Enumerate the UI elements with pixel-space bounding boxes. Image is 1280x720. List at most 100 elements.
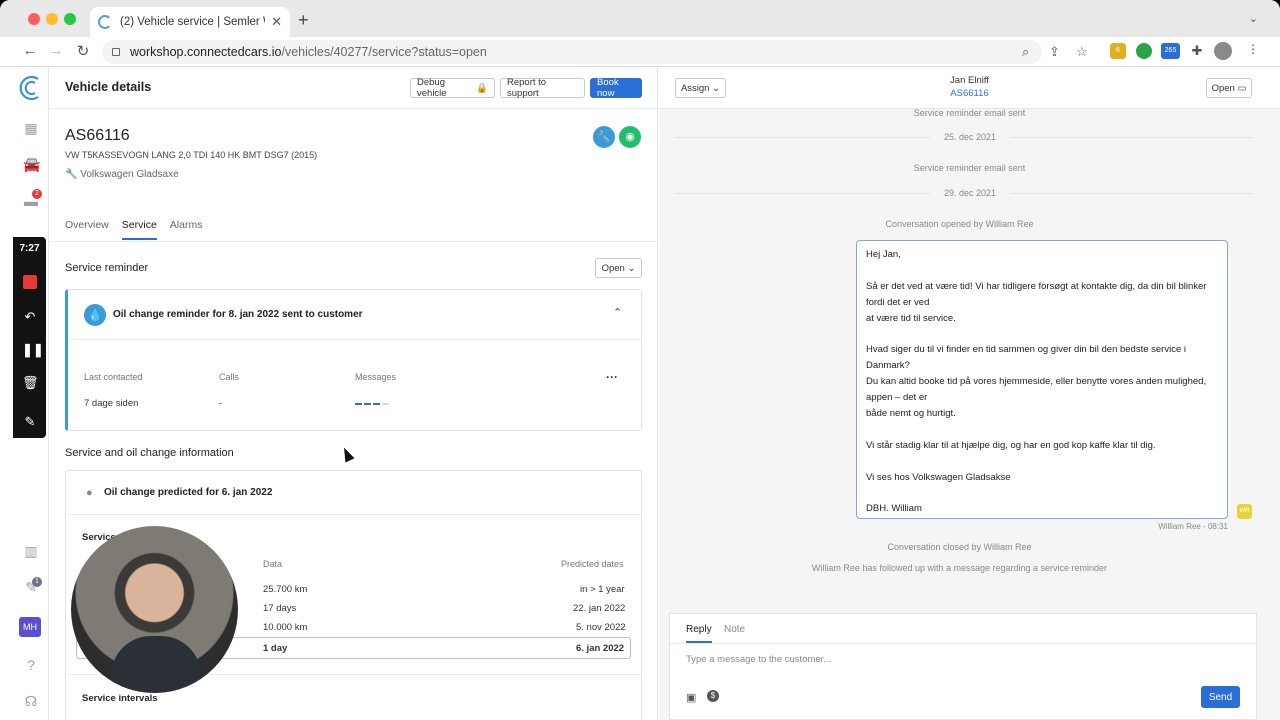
tools-badge: 1 [32,577,42,587]
screen-recorder-toolbar: 7:27 ↶ ❚❚ 🗑 ✎ [13,237,46,438]
row-data: 17 days [263,603,297,614]
reply-composer: Reply Note Type a message to the custome… [669,613,1257,720]
price-icon[interactable]: $ [707,690,719,702]
url-text: workshop.connectedcars.io/vehicles/40277… [130,45,487,59]
conversation-panel: Assign ⌄ Jan Elniff AS66116 Open ▭ Servi… [659,67,1280,720]
tab-divider [49,241,658,242]
back-arrow-icon[interactable]: ← [20,42,40,59]
profile-avatar[interactable] [1214,42,1232,60]
connectedcars-logo-icon[interactable] [18,74,44,102]
forward-arrow-icon[interactable]: → [46,42,66,59]
headset-icon[interactable]: ☊ [23,693,39,709]
tab-service[interactable]: Service [121,219,157,240]
building-icon[interactable]: ▥ [23,543,39,559]
extension-2-icon[interactable]: 265 [1161,43,1180,59]
reminder-card: 💧 Oil change reminder for 8. jan 2022 se… [65,289,642,431]
collapse-chevron-icon[interactable]: ⌃ [613,306,622,319]
help-icon[interactable]: ? [23,657,39,673]
search-icon[interactable]: ⌕ [1022,44,1029,60]
message-line: at være tid til service. [866,312,956,324]
maximize-window-button[interactable] [64,13,76,25]
message-line: Danmark? [866,360,910,372]
event-email-sent: Service reminder email sent [913,163,1026,173]
messages-progress [355,403,389,405]
connected-wifi-icon[interactable]: ◉ [619,126,641,148]
messages-label: Messages [355,372,397,382]
lock-icon [112,48,120,56]
wrench-icon: 🔧 [65,169,78,180]
date-separator: 25. dec 2021 [930,132,1010,142]
row-date: 22. jan 2022 [573,603,626,614]
last-contacted-value: 7 dage siden [84,398,139,409]
close-tab-icon[interactable]: ✕ [271,14,282,30]
message-line: Hej Jan, [866,249,901,260]
tab-note[interactable]: Note [724,624,745,635]
browser-tab[interactable]: (2) Vehicle service | Semler Wo ✕ [90,7,290,37]
dashboard-icon[interactable]: ▦ [23,120,39,136]
car-icon[interactable]: 🚘 [23,156,40,172]
trash-icon[interactable]: 🗑 [22,375,39,391]
customer-name: Jan Elniff [950,75,989,86]
image-icon[interactable]: ▣ [686,691,696,704]
author-avatar: WR [1237,504,1252,519]
pen-icon[interactable]: ✎ [22,414,38,430]
connectedcars-favicon-icon [98,15,112,29]
oil-drop-icon: ● [86,487,93,499]
tab-title: (2) Vehicle service | Semler Wo [120,16,266,28]
share-icon[interactable]: ⇪ [1049,44,1060,60]
reload-icon[interactable]: ↻ [73,42,93,60]
more-options-icon[interactable]: ··· [606,370,618,384]
minimize-window-button[interactable] [46,13,58,25]
archive-icon: ▭ [1237,82,1247,94]
recording-time: 7:27 [19,243,40,254]
tab-alarms[interactable]: Alarms [170,219,203,240]
predicted-dates-header: Predicted dates [561,559,624,569]
vehicle-model: VW T5KASSEVOGN LANG 2,0 TDI 140 HK BMT D… [65,150,318,160]
star-icon[interactable]: ☆ [1076,44,1088,60]
pause-icon[interactable]: ❚❚ [22,342,44,358]
conversation-status-button[interactable]: Open ▭ [1206,78,1252,98]
reminder-headline: Oil change reminder for 8. jan 2022 sent… [113,309,363,320]
tab-reply[interactable]: Reply [686,624,712,643]
stop-recording-icon[interactable] [23,275,37,289]
conversation-header: Assign ⌄ Jan Elniff AS66116 Open ▭ [659,67,1280,109]
lock-icon: 🔒 [476,82,488,94]
new-tab-icon[interactable]: + [298,10,309,31]
extension-1-icon[interactable]: 6 [1110,43,1126,59]
row-date: 6. jan 2022 [576,643,625,654]
address-bar[interactable]: workshop.connectedcars.io/vehicles/40277… [102,40,1088,64]
message-input[interactable]: Type a message to the customer... [686,654,831,665]
presenter-webcam [71,526,238,693]
close-window-button[interactable] [28,13,40,25]
vehicle-plate: AS66116 [65,127,130,144]
last-contacted-label: Last contacted [84,372,143,382]
vehicle-header: Vehicle details Debug vehicle 🔒 Report t… [49,67,658,109]
user-avatar[interactable]: MH [19,617,41,637]
page-title: Vehicle details [65,80,152,94]
send-button[interactable]: Send [1201,686,1240,708]
menu-kebab-icon[interactable]: ⋮ [1247,42,1259,56]
puzzle-icon[interactable]: ✚ [1189,43,1205,59]
book-now-button[interactable]: Book now [590,77,642,99]
customer-plate-link[interactable]: AS66116 [659,88,1280,99]
message-line: Hvad siger du til vi finder en tid samme… [866,344,1186,356]
row-data: 10.000 km [263,622,308,633]
service-wrench-icon[interactable]: 🔧 [593,126,615,148]
divider [66,514,641,515]
debug-vehicle-button[interactable]: Debug vehicle 🔒 [410,77,495,99]
reminder-status-select[interactable]: Open ⌄ [595,258,642,278]
event-email-sent: Service reminder email sent [913,108,1026,118]
tab-overview[interactable]: Overview [65,219,109,240]
chevron-down-icon[interactable]: ⌄ [1249,12,1258,25]
evernote-icon[interactable] [1136,43,1152,59]
message-line: DBH. William [866,503,922,515]
row-date: 5. nov 2022 [576,622,626,633]
event-conversation-closed: Conversation closed by William Ree [887,542,1032,552]
undo-icon[interactable]: ↶ [22,309,38,325]
message-line: appen – det er [866,392,928,404]
message-line: både nemt og hurtigt. [866,408,956,420]
row-date: in > 1 year [580,584,625,595]
date-separator: 29. dec 2021 [930,188,1010,198]
report-to-support-button[interactable]: Report to support [500,77,585,99]
messages-badge: 2 [32,189,42,199]
